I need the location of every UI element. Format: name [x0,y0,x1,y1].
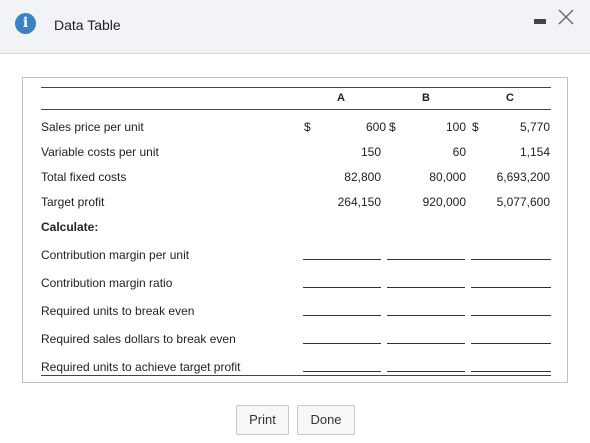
calc-row-label: Required units to break even [41,304,195,318]
table-top-rule [41,87,551,88]
value-cell: 1,154 [519,145,550,159]
value-cell: 600 [365,120,386,134]
value-cell: 920,000 [422,195,466,209]
value-cell: 6,693,200 [496,170,550,184]
row-label: Variable costs per unit [41,145,159,159]
answer-field[interactable] [303,343,381,344]
answer-field[interactable] [471,371,551,372]
value-cell: 5,770 [519,120,550,134]
dialog-header: i Data Table [0,0,590,54]
answer-field[interactable] [471,287,551,288]
data-table: A B C Sales price per unit $ 600 $ 100 $… [22,77,568,383]
dollar-sign: $ [472,120,479,134]
dialog-title: Data Table [54,17,121,33]
answer-field[interactable] [303,371,381,372]
close-icon[interactable] [558,9,574,25]
answer-field[interactable] [387,371,465,372]
calc-row-label: Contribution margin per unit [41,248,190,262]
answer-field[interactable] [303,287,381,288]
answer-field[interactable] [471,343,551,344]
calc-row-label: Required sales dollars to break even [41,332,236,346]
row-label: Target profit [41,195,105,209]
row-label: Sales price per unit [41,120,144,134]
column-header-a: A [337,92,345,104]
calculate-heading: Calculate: [41,220,99,234]
column-header-c: C [506,92,514,104]
value-cell: 150 [360,145,381,159]
answer-field[interactable] [387,343,465,344]
print-button[interactable]: Print [236,405,289,435]
answer-field[interactable] [303,259,381,260]
row-label: Total fixed costs [41,170,127,184]
dollar-sign: $ [389,120,396,134]
table-bottom-rule [41,375,551,376]
answer-field[interactable] [387,287,465,288]
calc-row-label: Required units to achieve target profit [41,360,241,374]
minimize-icon[interactable] [534,19,546,24]
header-rule [41,109,551,110]
answer-field[interactable] [471,259,551,260]
value-cell: 60 [452,145,466,159]
info-icon: i [15,13,36,34]
answer-field[interactable] [387,315,465,316]
calc-row-label: Contribution margin ratio [41,276,173,290]
answer-field[interactable] [471,315,551,316]
value-cell: 100 [445,120,466,134]
answer-field[interactable] [303,315,381,316]
value-cell: 80,000 [429,170,466,184]
value-cell: 5,077,600 [496,195,550,209]
dollar-sign: $ [304,120,311,134]
column-header-b: B [422,92,430,104]
done-button[interactable]: Done [297,405,355,435]
value-cell: 264,150 [337,195,381,209]
value-cell: 82,800 [344,170,381,184]
answer-field[interactable] [387,259,465,260]
